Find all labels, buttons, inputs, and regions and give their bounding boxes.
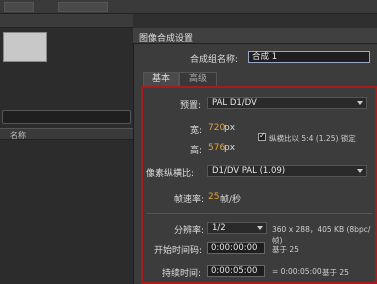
width-label: 宽:: [190, 126, 203, 136]
project-panel: 名称: [0, 28, 133, 284]
project-panel-header: [0, 14, 133, 28]
project-column-header[interactable]: 名称: [0, 128, 133, 140]
height-unit: px: [224, 143, 236, 153]
dialog-title: 图像合成设置: [139, 34, 194, 44]
chevron-down-icon: [357, 101, 363, 105]
tab-advanced[interactable]: 高级: [179, 72, 217, 86]
preset-dropdown[interactable]: PAL D1/DV: [207, 97, 367, 109]
pixel-aspect-value: D1/DV PAL (1.09): [212, 166, 286, 176]
pixel-aspect-label: 像素纵横比:: [146, 169, 195, 179]
chevron-down-icon: [357, 169, 363, 173]
tab-basic[interactable]: 基本: [143, 72, 179, 86]
divider: [146, 213, 372, 214]
framerate-value[interactable]: 25: [208, 192, 219, 202]
resolution-dropdown[interactable]: 1/2: [207, 222, 267, 234]
resolution-value: 1/2: [212, 223, 226, 233]
chevron-down-icon: [257, 226, 263, 230]
framerate-label: 帧速率:: [174, 195, 205, 205]
height-value[interactable]: 576: [208, 143, 225, 153]
width-unit: px: [224, 123, 236, 133]
preset-value: PAL D1/DV: [212, 98, 257, 108]
app-tab[interactable]: [4, 2, 34, 12]
comp-name-input[interactable]: 合成 1: [248, 51, 370, 63]
start-timecode-input[interactable]: 0:00:00:00: [207, 242, 265, 254]
width-value[interactable]: 720: [208, 123, 225, 133]
preset-label: 预置:: [180, 101, 202, 111]
name-column-label: 名称: [10, 131, 26, 140]
duration-input[interactable]: 0:00:05:00: [207, 265, 265, 277]
duration-label: 持续时间:: [162, 269, 202, 279]
lock-aspect-checkbox[interactable]: [258, 131, 266, 141]
duration-base: 基于 25: [322, 268, 349, 277]
composition-thumbnail: [3, 32, 47, 62]
comp-name-label: 合成组名称:: [190, 55, 239, 65]
height-label: 高:: [190, 146, 203, 156]
framerate-unit: 帧/秒: [220, 195, 242, 205]
duration-equals: = 0:00:05:00: [272, 267, 322, 276]
project-search-input[interactable]: [2, 110, 131, 124]
start-timecode-label: 开始时间码:: [154, 246, 203, 256]
resolution-info: 360 x 288，405 KB (8bpc/帧): [272, 225, 371, 245]
app-top-bar: [0, 0, 377, 14]
app-tab[interactable]: [58, 2, 108, 12]
pixel-aspect-dropdown[interactable]: D1/DV PAL (1.09): [207, 165, 367, 177]
start-timecode-base: 基于 25: [272, 245, 299, 254]
dialog-title-bar: 图像合成设置: [133, 28, 377, 44]
resolution-label: 分辨率:: [174, 226, 205, 236]
lock-aspect-label: 纵横比以 5:4 (1.25) 锁定: [269, 134, 356, 143]
